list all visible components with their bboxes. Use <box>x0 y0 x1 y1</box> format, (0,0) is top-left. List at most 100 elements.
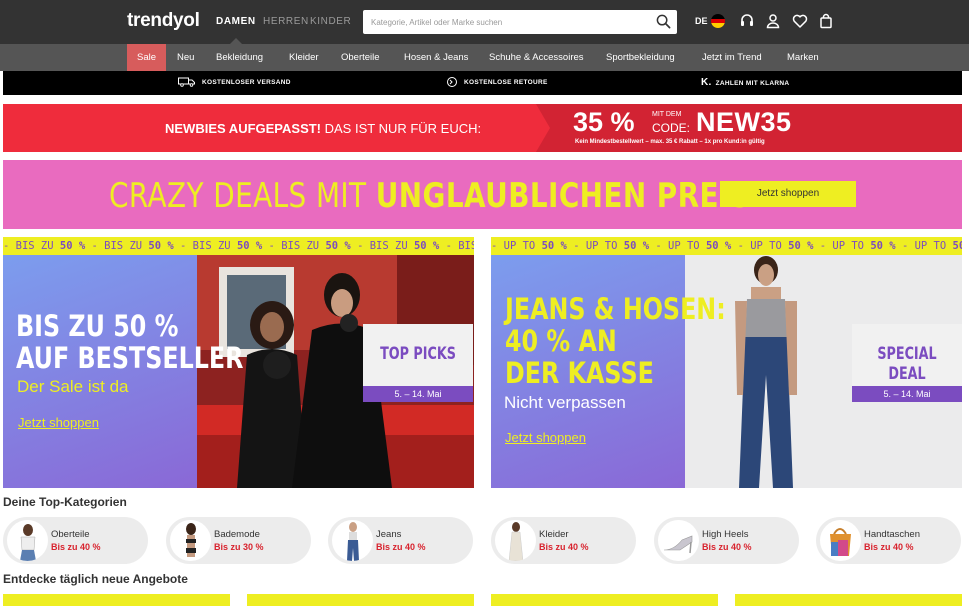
category-discount: Bis zu 40 % <box>539 542 589 552</box>
nav-item-sale[interactable]: Sale <box>127 44 167 71</box>
daily-deals-title: Entdecke täglich neue Angebote <box>3 572 188 586</box>
category-kleider[interactable]: Kleider Bis zu 40 % <box>491 517 636 564</box>
deal-tile[interactable] <box>247 594 474 606</box>
category-name: Kleider <box>539 529 569 540</box>
crazy-text-normal: CRAZY DEALS MIT <box>109 176 376 216</box>
category-nav: Sale Neu Bekleidung Kleider Oberteile Ho… <box>0 44 969 71</box>
ticker-percent: 50 % <box>59 240 92 252</box>
category-name: Handtaschen <box>864 529 920 540</box>
category-high-heels[interactable]: High Heels Bis zu 40 % <box>654 517 799 564</box>
deal-tile[interactable] <box>735 594 962 606</box>
tab-kinder[interactable]: KINDER <box>310 16 351 27</box>
badge-title: SPECIAL DEAL <box>877 344 937 384</box>
banner-headline-line1: BIS ZU 50 % <box>16 309 179 343</box>
shopping-bag-icon[interactable] <box>818 13 834 29</box>
category-discount: Bis zu 40 % <box>702 542 752 552</box>
category-thumbnail <box>332 520 373 561</box>
special-deal-badge: SPECIAL DEAL <box>852 324 962 386</box>
category-handtaschen[interactable]: Handtaschen Bis zu 40 % <box>816 517 961 564</box>
ticker-text: - UP TO <box>737 240 789 252</box>
ticker-text: - UP TO <box>655 240 706 252</box>
germany-flag-icon[interactable] <box>711 14 725 28</box>
search-input[interactable] <box>363 10 643 34</box>
ticker-text: - BIS ZU <box>91 240 149 252</box>
category-name: Bademode <box>214 529 260 540</box>
promo-headline: NEWBIES AUFGEPASST! DAS IST NUR FÜR EUCH… <box>165 121 481 136</box>
promo-arrow-divider <box>536 104 550 152</box>
badge-date: 5. – 14. Mai <box>363 386 473 402</box>
nav-item-marken[interactable]: Marken <box>787 44 819 71</box>
category-discount: Bis zu 40 % <box>864 542 914 552</box>
ticker-percent: 50 % <box>325 240 358 252</box>
ticker-percent: 50 % <box>952 240 962 252</box>
banner-shop-link[interactable]: Jetzt shoppen <box>505 430 586 445</box>
category-name: High Heels <box>702 529 749 540</box>
ticker-percent: 50 % <box>705 240 738 252</box>
deal-tile[interactable] <box>491 594 718 606</box>
ticker-text: - BIS ZU <box>268 240 326 252</box>
category-discount: Bis zu 40 % <box>376 542 426 552</box>
promo-code: NEW35 <box>696 107 792 137</box>
category-thumbnail <box>495 520 536 561</box>
category-thumbnail <box>7 520 48 561</box>
category-name: Oberteile <box>51 529 90 540</box>
ticker-text: - BIS ZU <box>357 240 414 252</box>
category-discount: Bis zu 40 % <box>51 542 101 552</box>
ticker-percent: 50 % <box>148 240 181 252</box>
newbie-promo-banner[interactable]: NEWBIES AUFGEPASST! DAS IST NUR FÜR EUCH… <box>3 104 962 152</box>
nav-item-bekleidung[interactable]: Bekleidung <box>216 44 263 71</box>
trendyol-logo[interactable]: trendyol <box>127 10 200 32</box>
user-icon[interactable] <box>765 13 781 29</box>
top-header: trendyol DAMEN HERREN KINDER DE <box>0 0 969 44</box>
ticker-percent: 50 % <box>236 240 269 252</box>
return-icon <box>447 77 457 88</box>
crazy-deals-banner[interactable]: CRAZY DEALS MIT UNGLAUBLICHEN PREISEN Je… <box>3 160 962 229</box>
badge-title: TOP PICKS <box>380 344 456 364</box>
ticker-text: - BIS ZU <box>3 240 60 252</box>
ticker-percent: 50 % <box>541 240 574 252</box>
nav-item-oberteile[interactable]: Oberteile <box>341 44 380 71</box>
heart-icon[interactable] <box>792 13 808 29</box>
badge-date: 5. – 14. Mai <box>852 386 962 402</box>
ticker-text: - UP TO <box>819 240 871 252</box>
ticker-percent: 50 % <box>870 240 902 252</box>
ticker-text: - BIS ZU <box>445 240 474 252</box>
category-jeans[interactable]: Jeans Bis zu 40 % <box>328 517 473 564</box>
banner-shop-link[interactable]: Jetzt shoppen <box>18 415 99 430</box>
ticker-percent: 50 % <box>623 240 656 252</box>
category-bademode[interactable]: Bademode Bis zu 30 % <box>166 517 311 564</box>
category-thumbnail <box>658 520 699 561</box>
category-oberteile[interactable]: Oberteile Bis zu 40 % <box>3 517 148 564</box>
ticker-text: - BIS ZU <box>180 240 237 252</box>
ticker-text: - UP TO <box>491 240 542 252</box>
ticker-percent: 50 % <box>788 240 820 252</box>
nav-item-hosen-jeans[interactable]: Hosen & Jeans <box>404 44 468 71</box>
nav-item-neu[interactable]: Neu <box>177 44 194 71</box>
usp-label: ZAHLEN MIT KLARNA <box>715 80 790 87</box>
promo-percent: 35 % <box>573 107 635 137</box>
search-icon[interactable] <box>656 14 671 29</box>
tab-herren[interactable]: HERREN <box>263 16 309 27</box>
banner-headline-line3: DER KASSE <box>505 356 654 390</box>
promo-mit-dem: MIT DEM <box>652 111 682 118</box>
language-selector[interactable]: DE <box>695 16 708 26</box>
headset-icon[interactable] <box>739 13 755 29</box>
banner-subline: Der Sale ist da <box>17 377 129 396</box>
sale-ticker: - UP TO 50 % - UP TO 50 % - UP TO 50 % -… <box>491 237 962 255</box>
banner-subline: Nicht verpassen <box>504 393 626 412</box>
category-thumbnail <box>820 520 861 561</box>
jeans-hosen-banner[interactable]: - UP TO 50 % - UP TO 50 % - UP TO 50 % -… <box>491 237 962 488</box>
usp-bar: KOSTENLOSER VERSAND KOSTENLOSE RETOURE K… <box>3 71 962 95</box>
usp-free-return: KOSTENLOSE RETOURE <box>446 71 548 95</box>
category-discount: Bis zu 30 % <box>214 542 264 552</box>
nav-item-schuhe-accessoires[interactable]: Schuhe & Accessoires <box>489 44 584 71</box>
banner-headline-line2: 40 % AN <box>505 324 617 358</box>
nav-item-sportbekleidung[interactable]: Sportbekleidung <box>606 44 675 71</box>
nav-item-jetzt-im-trend[interactable]: Jetzt im Trend <box>702 44 762 71</box>
crazy-deals-shop-button[interactable]: Jetzt shoppen <box>720 181 856 207</box>
nav-item-kleider[interactable]: Kleider <box>289 44 319 71</box>
tab-damen[interactable]: DAMEN <box>216 16 256 27</box>
crazy-deals-headline: CRAZY DEALS MIT UNGLAUBLICHEN PREISEN <box>109 176 793 216</box>
deal-tile[interactable] <box>3 594 230 606</box>
bestseller-sale-banner[interactable]: - BIS ZU 50 % - BIS ZU 50 % - BIS ZU 50 … <box>3 237 474 488</box>
